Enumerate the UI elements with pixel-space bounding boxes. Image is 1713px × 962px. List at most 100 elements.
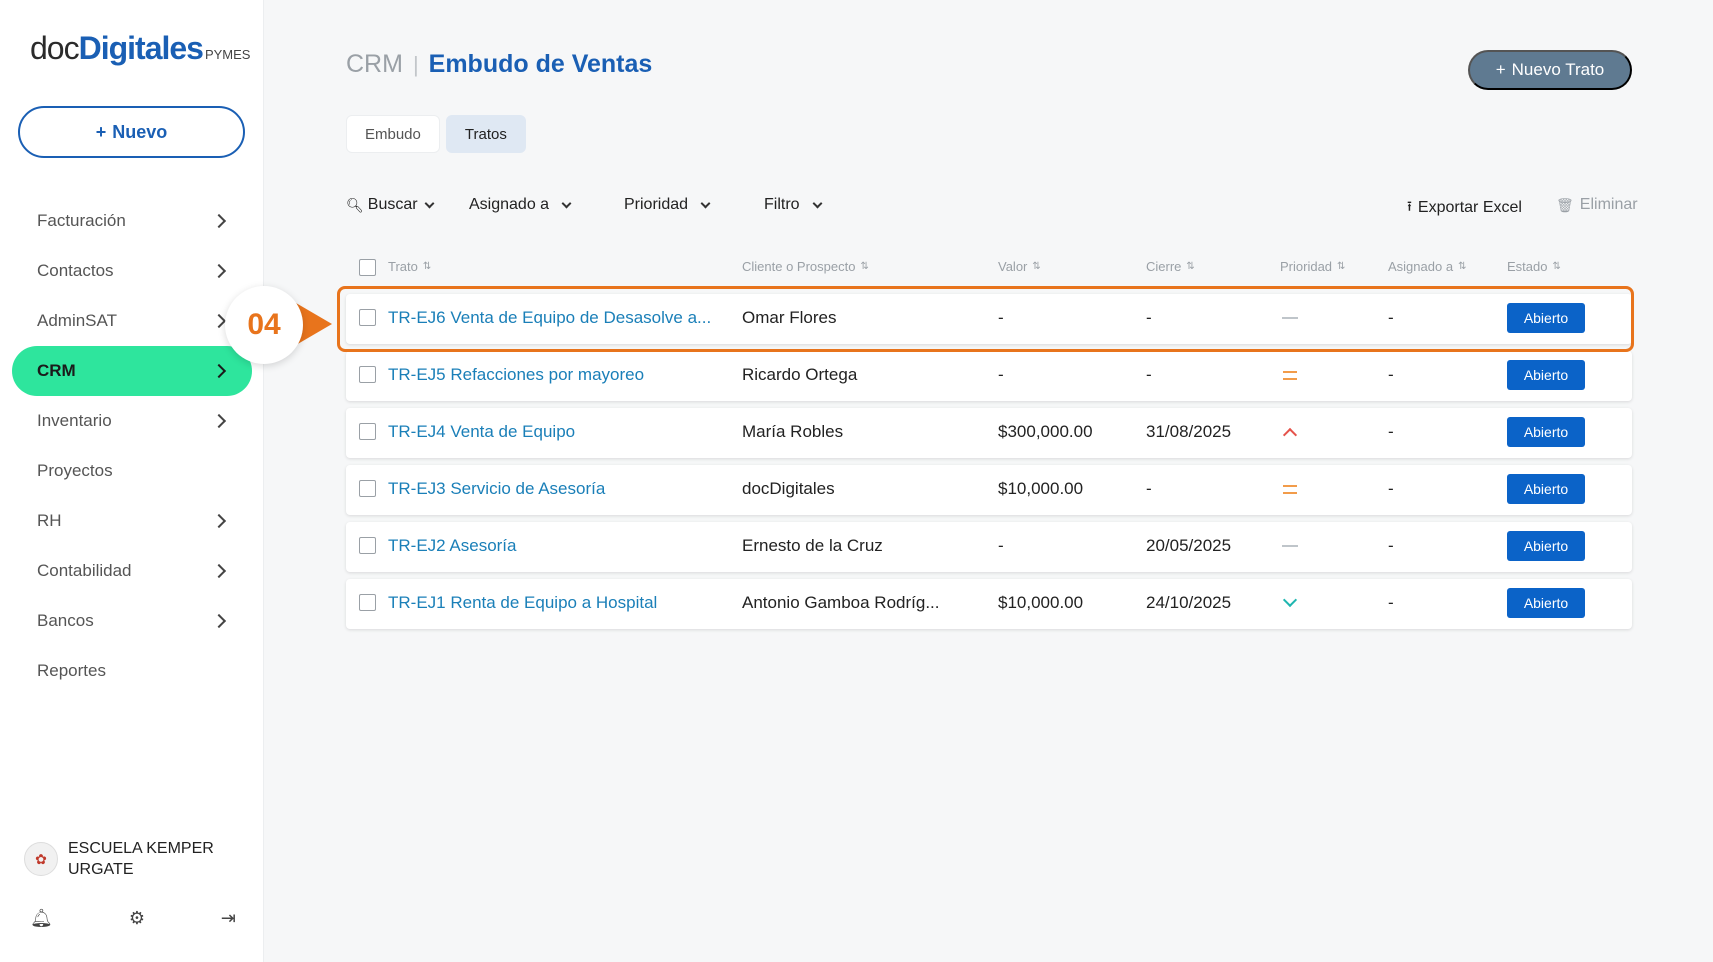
- status-badge[interactable]: Abierto: [1507, 531, 1585, 561]
- priority-filter[interactable]: Prioridad: [624, 196, 711, 214]
- app-logo[interactable]: doc Digitales PYMES: [30, 30, 250, 74]
- logout-icon[interactable]: ⇥: [221, 908, 236, 929]
- chevron-down-icon: [424, 198, 435, 208]
- new-deal-button[interactable]: + Nuevo Trato: [1468, 50, 1632, 90]
- deal-link[interactable]: TR-EJ4 Venta de Equipo: [388, 422, 575, 442]
- sidebar-item-label: Proyectos: [37, 461, 113, 480]
- account-info[interactable]: ✿ ESCUELA KEMPER URGATE: [24, 838, 228, 880]
- account-name: ESCUELA KEMPER URGATE: [68, 840, 214, 878]
- sidebar-item-rh[interactable]: RH: [12, 496, 252, 546]
- export-excel-button[interactable]: ⭱ Exportar Excel: [1407, 196, 1522, 220]
- tab-tratos[interactable]: Tratos: [445, 115, 526, 153]
- row-checkbox[interactable]: [359, 594, 376, 611]
- row-checkbox[interactable]: [359, 309, 376, 326]
- priority-indicator: [1280, 591, 1300, 615]
- table-header: Trato ⇅ Cliente o Prospecto ⇅ Valor ⇅ Cierr…: [346, 256, 1632, 278]
- status-badge[interactable]: Abierto: [1507, 474, 1585, 504]
- table-row[interactable]: TR-EJ4 Venta de Equipo María Robles $300,0…: [346, 408, 1632, 458]
- deal-link[interactable]: TR-EJ1 Renta de Equipo a Hospital: [388, 593, 657, 613]
- sidebar-item-label: AdminSAT: [37, 311, 117, 330]
- new-button-label: Nuevo: [112, 121, 168, 142]
- deal-link[interactable]: TR-EJ2 Asesoría: [388, 536, 517, 556]
- priority-indicator: [1280, 534, 1300, 558]
- column-header[interactable]: Valor ⇅: [998, 259, 1041, 274]
- sidebar-item-proyectos[interactable]: Proyectos: [12, 446, 252, 496]
- assigned-to: -: [1388, 308, 1394, 327]
- breadcrumb-separator: |: [412, 51, 419, 77]
- status-badge[interactable]: Abierto: [1507, 303, 1585, 333]
- new-button[interactable]: + Nuevo: [18, 106, 245, 158]
- table-row[interactable]: TR-EJ5 Refacciones por mayoreo Ricardo Or…: [346, 351, 1632, 401]
- sort-icon: ⇅: [1552, 260, 1561, 272]
- search-label: Buscar: [367, 196, 418, 213]
- tab-embudo[interactable]: Embudo: [346, 115, 440, 153]
- sidebar-footer: 🔔︎ ⚙ ⇥: [30, 908, 236, 929]
- status-badge[interactable]: Abierto: [1507, 588, 1585, 618]
- assigned-label: Asignado a: [469, 196, 550, 213]
- general-filter[interactable]: Filtro: [764, 196, 823, 214]
- column-header[interactable]: Cierre ⇅: [1146, 259, 1195, 274]
- sidebar-item-reportes[interactable]: Reportes: [12, 646, 252, 696]
- sidebar-item-contactos[interactable]: Contactos: [12, 246, 252, 296]
- chevron-down-icon: [812, 198, 823, 208]
- breadcrumb-module[interactable]: CRM: [346, 50, 403, 79]
- table-row[interactable]: TR-EJ2 Asesoría Ernesto de la Cruz - 20/05/…: [346, 522, 1632, 572]
- deal-link[interactable]: TR-EJ6 Venta de Equipo de Desasolve a...: [388, 308, 711, 328]
- column-header[interactable]: Prioridad ⇅: [1280, 259, 1345, 274]
- deal-link[interactable]: TR-EJ5 Refacciones por mayoreo: [388, 365, 644, 385]
- row-checkbox[interactable]: [359, 423, 376, 440]
- priority-indicator: [1280, 363, 1300, 387]
- client-name: María Robles: [742, 422, 844, 441]
- chevron-right-icon: [211, 213, 227, 229]
- delete-button[interactable]: 🗑︎ Eliminar: [1556, 196, 1638, 214]
- row-checkbox[interactable]: [359, 366, 376, 383]
- deal-value: $10,000.00: [998, 479, 1084, 498]
- sidebar-item-crm[interactable]: CRM: [12, 346, 252, 396]
- column-header[interactable]: Trato ⇅: [388, 259, 431, 274]
- sidebar-item-bancos[interactable]: Bancos: [12, 596, 252, 646]
- assigned-filter[interactable]: Asignado a: [469, 196, 572, 214]
- status-badge[interactable]: Abierto: [1507, 417, 1585, 447]
- sidebar-item-facturacion[interactable]: Facturación: [12, 196, 252, 246]
- table-row[interactable]: TR-EJ1 Renta de Equipo a Hospital Antonio…: [346, 579, 1632, 629]
- chevron-down-icon: [700, 198, 711, 208]
- sidebar-item-adminsat[interactable]: AdminSAT: [12, 296, 252, 346]
- sidebar-item-label: Bancos: [37, 611, 94, 630]
- sort-icon: ⇅: [422, 260, 432, 272]
- client-name: Omar Flores: [742, 308, 837, 327]
- table-row[interactable]: TR-EJ6 Venta de Equipo de Desasolve a...…: [346, 294, 1632, 344]
- assigned-to: -: [1388, 422, 1394, 441]
- deal-link[interactable]: TR-EJ3 Servicio de Asesoría: [388, 479, 605, 499]
- gear-icon[interactable]: ⚙: [129, 908, 145, 929]
- column-header[interactable]: Cliente o Prospecto ⇅: [742, 259, 869, 274]
- column-header[interactable]: Asignado a ⇅: [1388, 259, 1466, 274]
- deal-value: $10,000.00: [998, 593, 1084, 612]
- chevron-right-icon: [211, 563, 227, 579]
- row-checkbox[interactable]: [359, 537, 376, 554]
- sidebar-item-label: RH: [37, 511, 62, 530]
- bell-icon[interactable]: 🔔︎: [30, 908, 53, 929]
- trash-icon: 🗑︎: [1556, 196, 1574, 213]
- sidebar-item-inventario[interactable]: Inventario: [12, 396, 252, 446]
- column-header[interactable]: Estado ⇅: [1507, 259, 1561, 274]
- client-name: docDigitales: [742, 479, 835, 498]
- priority-low-icon: [1282, 545, 1298, 547]
- view-tabs: Embudo Tratos: [346, 115, 526, 153]
- priority-low-icon: [1282, 317, 1298, 319]
- search-filter[interactable]: 🔍︎ Buscar: [346, 196, 435, 214]
- upload-icon: ⭱: [1407, 198, 1412, 214]
- status-badge[interactable]: Abierto: [1507, 360, 1585, 390]
- priority-indicator: [1280, 306, 1300, 330]
- row-checkbox[interactable]: [359, 480, 376, 497]
- assigned-to: -: [1388, 479, 1394, 498]
- table-row[interactable]: TR-EJ3 Servicio de Asesoría docDigitales $…: [346, 465, 1632, 515]
- sort-icon: ⇅: [1186, 260, 1195, 272]
- select-all-checkbox[interactable]: [359, 259, 376, 276]
- close-date: -: [1146, 365, 1152, 384]
- chevron-right-icon: [211, 613, 227, 629]
- sidebar-item-contabilidad[interactable]: Contabilidad: [12, 546, 252, 596]
- deal-value: $300,000.00: [998, 422, 1093, 441]
- deal-value: -: [998, 308, 1004, 327]
- priority-indicator: [1280, 477, 1300, 501]
- client-name: Ernesto de la Cruz: [742, 536, 883, 555]
